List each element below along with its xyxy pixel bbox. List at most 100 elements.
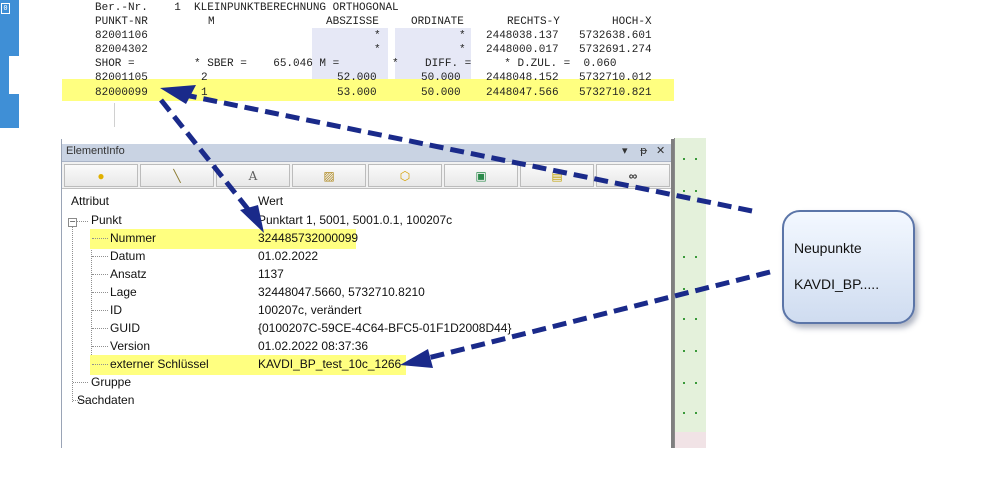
row-abszisse: *: [374, 30, 381, 42]
tree-node-sachdaten[interactable]: Sachdaten: [62, 392, 662, 409]
row-punkt: 82001106: [95, 30, 148, 42]
polygon-tool-icon: ⬡: [399, 168, 411, 183]
attribute-label: Lage: [110, 285, 137, 299]
point-filter-button[interactable]: ●: [64, 164, 138, 187]
map-point: [695, 288, 697, 290]
row-punkt: 82001105: [95, 72, 148, 84]
line-filter-button[interactable]: ╲: [140, 164, 214, 187]
printout-title: Ber.-Nr. 1 KLEINPUNKTBERECHNUNG ORTHOGON…: [95, 2, 399, 14]
elementinfo-panel: ElementInfo ▾ ᵽ ✕ ● ╲ A ▨ ⬡ ▣ ▤ ∞ Attrib…: [61, 139, 674, 448]
punkt-label: Punkt: [91, 213, 122, 227]
attribute-value: 01.02.2022 08:37:36: [258, 339, 369, 353]
row-ordinate: 50.000: [421, 87, 461, 99]
image-tool-icon: ▣: [475, 168, 487, 183]
printout-title-line: Ber.-Nr. 1 KLEINPUNKTBERECHNUNG ORTHOGON…: [19, 1, 675, 15]
row-rechts: 2448048.152: [486, 72, 559, 84]
map-point: [683, 190, 685, 192]
left-strip-gap: [9, 56, 19, 94]
attribute-value: 01.02.2022: [258, 249, 319, 263]
dropdown-icon[interactable]: ▾: [622, 144, 628, 157]
map-point: [683, 288, 685, 290]
tree-item-version[interactable]: Version 01.02.2022 08:37:36: [62, 338, 662, 355]
map-parcel-area: [675, 432, 706, 448]
map-point: [683, 256, 685, 258]
map-point: [695, 190, 697, 192]
tree-item-ansatz[interactable]: Ansatz 1137: [62, 266, 662, 283]
hatch-tool-icon: ▨: [323, 168, 335, 183]
row-rechts: 2448047.566: [486, 87, 559, 99]
row-hoch: 5732691.274: [579, 44, 652, 56]
row-m: 1: [201, 87, 208, 99]
map-point: [695, 382, 697, 384]
row-rechts: 2448000.017: [486, 44, 559, 56]
binoculars-icon: ∞: [628, 168, 638, 183]
shor-summary: SHOR = * SBER = 65.046 M = * DIFF. = * D…: [95, 58, 617, 70]
note-filter-button[interactable]: ▤: [520, 164, 594, 187]
row-abszisse: 52.000: [337, 72, 377, 84]
tree-line: [92, 238, 108, 239]
tree-line: [92, 274, 108, 275]
attribute-label: externer Schlüssel: [110, 357, 209, 371]
map-point: [683, 318, 685, 320]
text-filter-button[interactable]: A: [216, 164, 290, 187]
tree-item-datum[interactable]: Datum 01.02.2022: [62, 248, 662, 265]
attribute-value: KAVDI_BP_test_10c_1266: [258, 357, 402, 371]
attribute-label: Ansatz: [110, 267, 147, 281]
tree-line: [73, 382, 88, 383]
row-hoch: 5732710.821: [579, 87, 652, 99]
hatch-filter-button[interactable]: ▨: [292, 164, 366, 187]
left-window-strip: 0: [0, 0, 19, 128]
close-icon[interactable]: ✕: [656, 144, 665, 157]
tree-item-nummer[interactable]: Nummer 324485732000099: [62, 230, 662, 247]
column-header-wert[interactable]: Wert: [258, 194, 283, 208]
map-point: [695, 318, 697, 320]
row-rechts: 2448038.137: [486, 30, 559, 42]
tree-item-id[interactable]: ID 100207c, verändert: [62, 302, 662, 319]
attribute-value: 1137: [258, 267, 284, 281]
map-point: [695, 256, 697, 258]
tree-item-externer-schluessel[interactable]: externer Schlüssel KAVDI_BP_test_10c_126…: [62, 356, 662, 373]
pin-icon[interactable]: ᵽ: [640, 144, 647, 157]
printout-row: 82001105 2 52.000 50.000 2448048.152 573…: [19, 71, 675, 85]
attribute-label: Datum: [110, 249, 146, 263]
tree-node-punkt[interactable]: Punkt Punktart 1, 5001, 5001.0.1, 100207…: [62, 212, 662, 229]
row-m: 2: [201, 72, 208, 84]
row-ordinate: 50.000: [421, 72, 461, 84]
tree-line: [92, 346, 108, 347]
tree-item-lage[interactable]: Lage 32448047.5660, 5732710.8210: [62, 284, 662, 301]
point-tool-icon: ●: [97, 168, 105, 183]
attribute-value: 324485732000099: [258, 231, 359, 245]
row-hoch: 5732710.012: [579, 72, 652, 84]
column-header-attribut[interactable]: Attribut: [71, 194, 109, 208]
tree-node-gruppe[interactable]: Gruppe: [62, 374, 662, 391]
header-m: M: [208, 16, 215, 28]
callout-line-2: KAVDI_BP.....: [794, 276, 880, 292]
printout-row: 82001106 * * 2448038.137 5732638.601: [19, 29, 675, 43]
attribute-label: Version: [110, 339, 151, 353]
search-button[interactable]: ∞: [596, 164, 670, 187]
row-ordinate: *: [459, 44, 466, 56]
printout-row: 82004302 * * 2448000.017 5732691.274: [19, 43, 675, 57]
printout-row-highlighted: 82000099 1 53.000 50.000 2448047.566 573…: [19, 86, 675, 100]
tree-line: [92, 292, 108, 293]
header-punkt: PUNKT-NR: [95, 16, 148, 28]
polygon-filter-button[interactable]: ⬡: [368, 164, 442, 187]
printout-shor-line: SHOR = * SBER = 65.046 M = * DIFF. = * D…: [19, 57, 675, 71]
map-point: [695, 158, 697, 160]
attribute-label: ID: [110, 303, 122, 317]
image-filter-button[interactable]: ▣: [444, 164, 518, 187]
map-point: [695, 350, 697, 352]
header-ordinate: ORDINATE: [411, 16, 464, 28]
attribute-value: 100207c, verändert: [258, 303, 362, 317]
tree-item-guid[interactable]: GUID {0100207C-59CE-4C64-BFC5-01F1D2008D…: [62, 320, 662, 337]
calculation-printout: Ber.-Nr. 1 KLEINPUNKTBERECHNUNG ORTHOGON…: [19, 0, 675, 128]
row-punkt: 82000099: [95, 87, 148, 99]
panel-title: ElementInfo: [66, 145, 125, 157]
panel-titlebar: ElementInfo ▾ ᵽ ✕: [62, 144, 671, 162]
attribute-label: Nummer: [110, 231, 157, 245]
tree-line: [92, 364, 108, 365]
window-icon[interactable]: 0: [1, 3, 10, 14]
tree-line: [92, 256, 108, 257]
map-point: [683, 382, 685, 384]
map-view-strip[interactable]: [674, 138, 706, 448]
